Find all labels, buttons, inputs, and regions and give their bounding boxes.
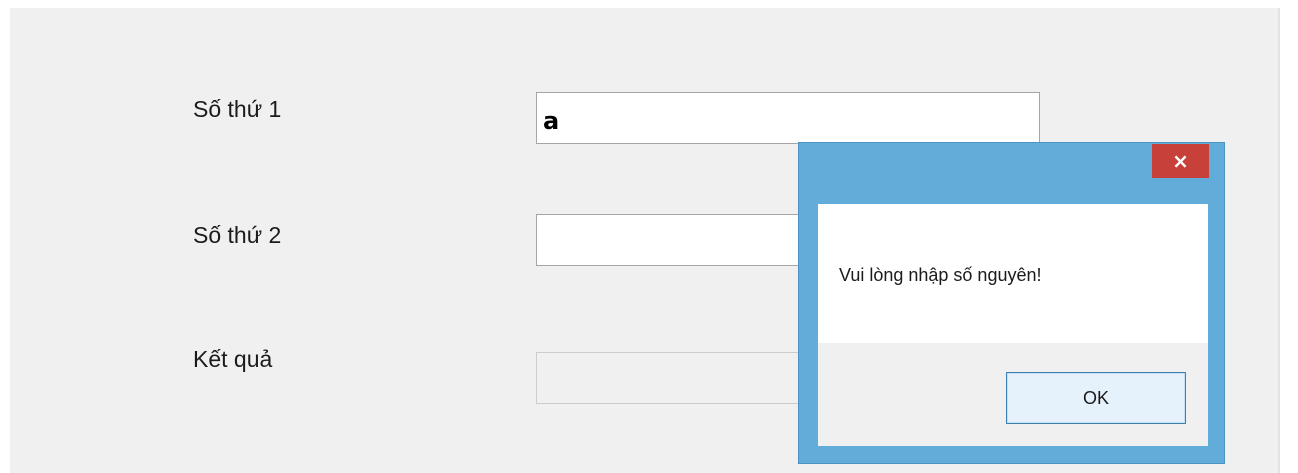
window-edge [1278,8,1280,473]
message-content-area: Vui lòng nhập số nguyên! [818,204,1208,343]
close-icon: × [1172,149,1189,173]
close-button[interactable]: × [1152,144,1209,178]
message-box-client: Vui lòng nhập số nguyên! OK [818,204,1208,446]
app-window: Số thứ 1 a Số thứ 2 Kết quả × Vui lòng n… [0,0,1298,473]
message-box-dialog: × Vui lòng nhập số nguyên! OK [798,142,1225,464]
ok-button[interactable]: OK [1006,372,1186,424]
label-ket-qua: Kết quả [193,346,273,372]
input-so-thu-1[interactable]: a [536,92,1040,144]
label-so-thu-2: Số thứ 2 [193,222,282,248]
label-so-thu-1: Số thứ 1 [193,96,282,122]
message-text: Vui lòng nhập số nguyên! [839,265,1042,285]
